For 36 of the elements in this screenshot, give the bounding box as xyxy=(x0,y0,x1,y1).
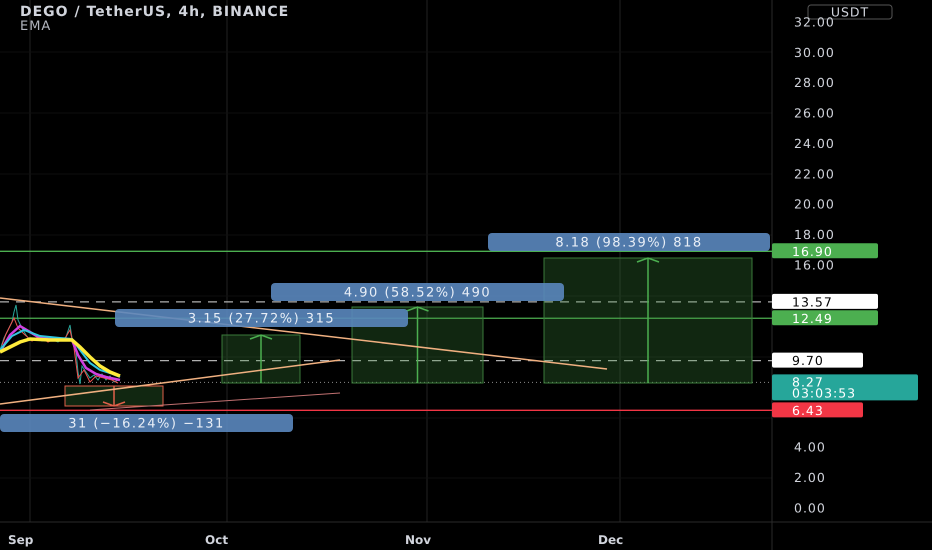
indicator-label: EMA xyxy=(20,19,52,34)
price-tick: 30.00 xyxy=(794,44,835,60)
price-tick: 16.00 xyxy=(794,257,835,272)
price-tick: 28.00 xyxy=(794,75,835,90)
measure-range-area[interactable] xyxy=(544,258,752,384)
time-tick: Sep xyxy=(8,533,34,547)
price-tick: 18.00 xyxy=(794,227,835,242)
price-tick: 20.00 xyxy=(794,196,835,212)
price-level-label: 16.90 xyxy=(772,243,878,259)
price-level-label: 12.49 xyxy=(772,310,878,326)
price-tick: 24.00 xyxy=(794,136,835,151)
price-level-label: 6.43 xyxy=(772,402,863,418)
measure-range-area[interactable] xyxy=(64,386,164,406)
trend-line[interactable] xyxy=(0,359,340,405)
price-tick: 2.00 xyxy=(794,470,826,486)
price-level-line[interactable] xyxy=(0,301,772,303)
price-tick: 0.00 xyxy=(794,500,826,516)
measure-label: 8.18 (98.39%) 818 xyxy=(488,233,770,251)
price-level-label: 9.70 xyxy=(772,352,863,368)
measure-label: 3.15 (27.72%) 315 xyxy=(115,309,408,327)
chart-title: DEGO / TetherUS, 4h, BINANCE xyxy=(20,4,290,20)
measure-range-area[interactable] xyxy=(222,334,300,384)
current-price-label: 8.27 03:03:53 xyxy=(772,374,918,400)
time-tick: Dec xyxy=(598,533,624,547)
arrow-icon xyxy=(250,334,272,383)
measure-label: 31 (−16.24%) −131 xyxy=(0,414,293,432)
price-level-line[interactable] xyxy=(0,360,772,362)
time-tick: Oct xyxy=(205,533,228,547)
measure-label: 4.90 (58.52%) 490 xyxy=(271,283,564,301)
price-tick: 26.00 xyxy=(794,106,835,121)
measure-range-area[interactable] xyxy=(352,306,484,384)
price-tick: 22.00 xyxy=(794,166,835,182)
price-level-label: 13.57 xyxy=(772,294,878,310)
time-tick: Nov xyxy=(405,533,432,547)
trend-line[interactable] xyxy=(90,392,340,410)
price-tick: 4.00 xyxy=(794,440,826,455)
